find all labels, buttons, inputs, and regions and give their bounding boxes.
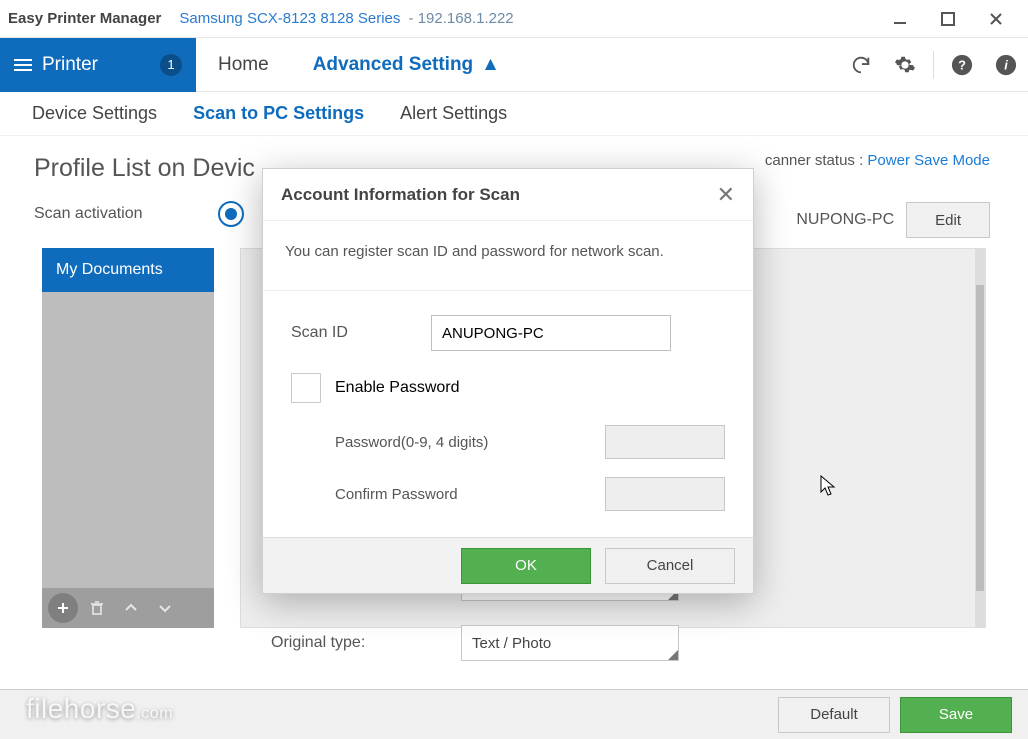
enable-password-checkbox[interactable] [291, 373, 321, 403]
confirm-password-label: Confirm Password [335, 486, 458, 503]
default-button[interactable]: Default [778, 697, 890, 733]
modal-footer: OK Cancel [263, 537, 753, 593]
password-label: Password(0-9, 4 digits) [335, 434, 488, 451]
save-button[interactable]: Save [900, 697, 1012, 733]
modal-body: Scan ID Enable Password Password(0-9, 4 … [263, 291, 753, 537]
ok-button[interactable]: OK [461, 548, 591, 584]
modal-title: Account Information for Scan [281, 185, 520, 205]
scan-id-label: Scan ID [291, 324, 431, 342]
password-row: Password(0-9, 4 digits) [291, 425, 725, 459]
account-info-modal: Account Information for Scan ✕ You can r… [262, 168, 754, 594]
scan-id-input[interactable] [431, 315, 671, 351]
confirm-password-input [605, 477, 725, 511]
password-input [605, 425, 725, 459]
modal-header: Account Information for Scan ✕ [263, 169, 753, 221]
enable-password-label: Enable Password [335, 379, 460, 397]
scan-id-row: Scan ID [291, 315, 725, 351]
confirm-password-row: Confirm Password [291, 477, 725, 511]
modal-close-button[interactable]: ✕ [717, 182, 735, 208]
modal-backdrop: Account Information for Scan ✕ You can r… [0, 0, 1028, 739]
cancel-button[interactable]: Cancel [605, 548, 735, 584]
enable-password-row: Enable Password [291, 373, 725, 403]
modal-description: You can register scan ID and password fo… [263, 221, 753, 291]
page-footer: Default Save [0, 689, 1028, 739]
